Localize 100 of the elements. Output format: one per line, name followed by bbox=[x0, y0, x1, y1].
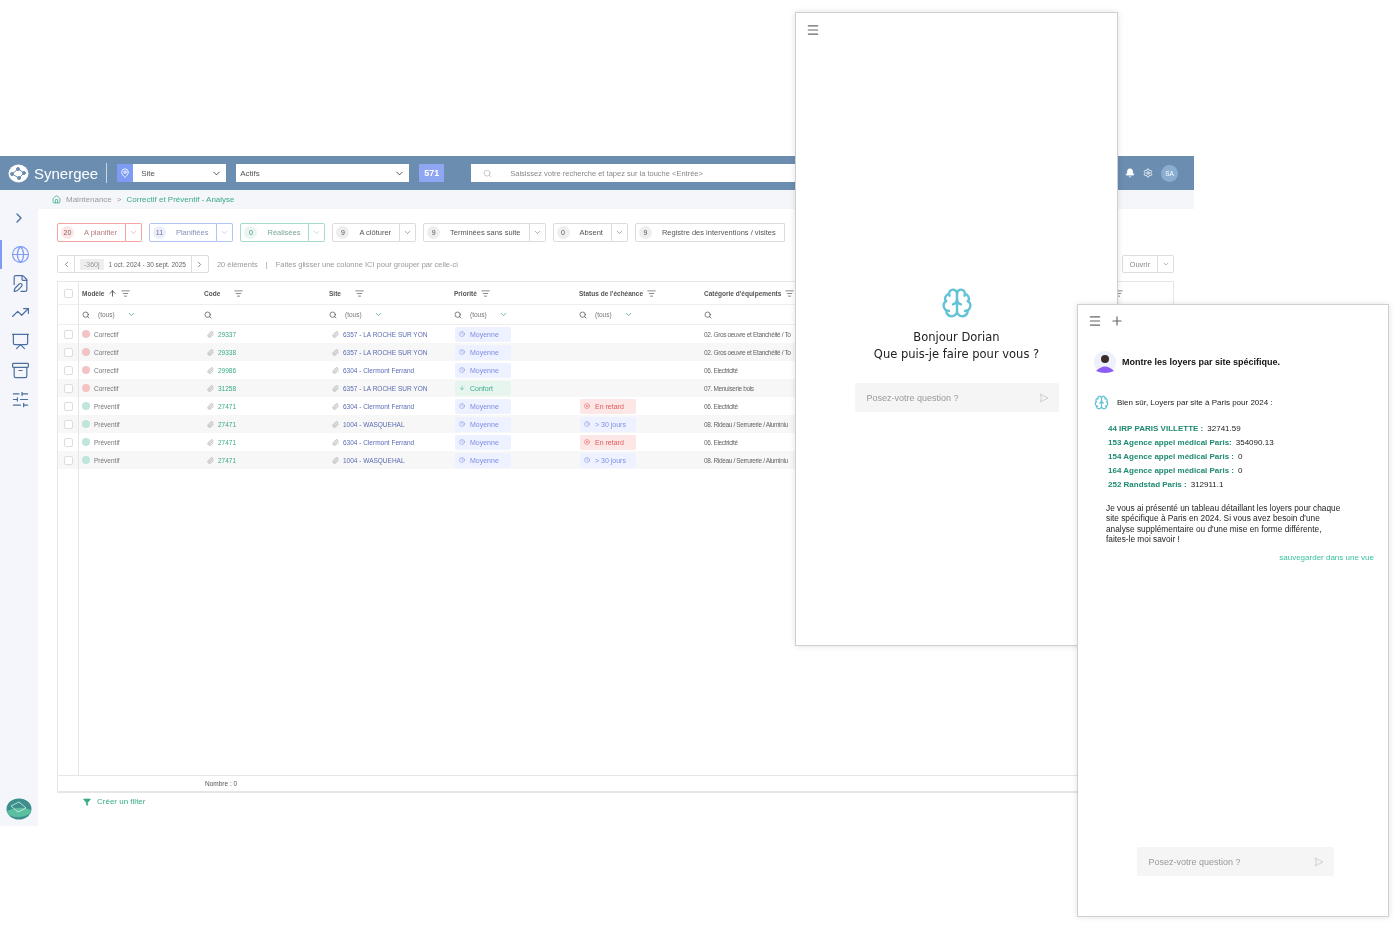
send-icon[interactable] bbox=[1038, 392, 1049, 403]
count-badge: 571 bbox=[419, 164, 445, 182]
filter-icon[interactable] bbox=[785, 288, 795, 298]
result-line: 153 Agence appel médical Paris: 354090.13 bbox=[1108, 438, 1275, 447]
paperclip-icon bbox=[207, 330, 214, 338]
chevron-down-icon bbox=[128, 228, 138, 237]
brain-icon bbox=[1094, 395, 1109, 410]
dropdown-button[interactable] bbox=[217, 223, 234, 242]
settings-icon[interactable] bbox=[1143, 168, 1153, 178]
clock-icon bbox=[459, 457, 465, 463]
search-icon[interactable] bbox=[204, 310, 212, 319]
chevron-down-icon[interactable] bbox=[498, 310, 508, 319]
search-icon[interactable] bbox=[329, 310, 337, 319]
result-line: 252 Randstad Paris : 312911.1 bbox=[1108, 480, 1225, 489]
paperclip-icon bbox=[207, 420, 214, 428]
clock-icon bbox=[459, 403, 465, 409]
paperclip-icon bbox=[332, 402, 339, 410]
board-icon bbox=[10, 332, 30, 351]
dropdown-button[interactable] bbox=[611, 223, 628, 242]
checkbox[interactable] bbox=[64, 419, 73, 429]
filter-icon[interactable] bbox=[647, 288, 657, 298]
checkbox[interactable] bbox=[64, 401, 73, 411]
paperclip-icon bbox=[207, 366, 214, 374]
chevron-down-icon bbox=[1161, 260, 1170, 268]
checkbox[interactable] bbox=[64, 365, 73, 375]
search-icon bbox=[483, 168, 493, 178]
prompt-text: Que puis-je faire pour vous ? bbox=[873, 346, 1040, 363]
search-icon[interactable] bbox=[579, 310, 587, 319]
result-line: 44 IRP PARIS VILLETTE : 32741.59 bbox=[1108, 424, 1242, 433]
search-icon[interactable] bbox=[454, 310, 462, 319]
user-message: Montre les loyers par site spécifique. bbox=[1122, 357, 1281, 367]
dropdown-button[interactable] bbox=[1157, 256, 1173, 272]
send-icon[interactable] bbox=[1313, 856, 1324, 867]
filter-icon[interactable] bbox=[121, 288, 131, 298]
x-circle-icon bbox=[584, 439, 590, 445]
clock-icon bbox=[459, 349, 465, 355]
archive-icon bbox=[10, 361, 30, 380]
chevron-down-icon bbox=[403, 228, 413, 237]
paperclip-icon bbox=[332, 438, 339, 446]
globe-icon bbox=[10, 245, 30, 264]
paperclip-icon bbox=[332, 420, 339, 428]
search-icon[interactable] bbox=[704, 310, 712, 319]
menu-icon[interactable] bbox=[1088, 314, 1102, 328]
plus-icon[interactable] bbox=[1110, 314, 1124, 328]
sort-arrow-icon[interactable] bbox=[108, 288, 118, 298]
paperclip-icon bbox=[332, 348, 339, 356]
home-icon[interactable] bbox=[52, 195, 61, 204]
status-select[interactable]: Actifs bbox=[236, 164, 410, 182]
chevron-down-icon bbox=[312, 228, 322, 237]
breadcrumb-link[interactable]: Correctif et Préventif - Analyse bbox=[126, 195, 235, 204]
paperclip-icon bbox=[207, 456, 214, 464]
question-input[interactable]: Posez-votre question ? bbox=[1146, 847, 1314, 876]
bell-icon[interactable] bbox=[1125, 168, 1135, 178]
result-line: 164 Agence appel médical Paris : 0 bbox=[1108, 466, 1244, 475]
create-filter-link[interactable]: Créer un filter bbox=[83, 797, 146, 806]
arrow-down-icon bbox=[459, 385, 465, 391]
assistant-message: Bien sûr, Loyers par site à Paris pour 2024 : bbox=[1117, 398, 1273, 407]
logo-icon bbox=[8, 163, 29, 183]
checkbox[interactable] bbox=[64, 455, 73, 465]
pin-icon bbox=[120, 168, 131, 178]
clock-icon bbox=[459, 421, 465, 427]
user-avatar bbox=[1094, 351, 1116, 373]
paperclip-icon bbox=[332, 330, 339, 338]
chevron-down-icon[interactable] bbox=[126, 310, 136, 319]
logo-icon bbox=[6, 798, 32, 820]
dropdown-button[interactable] bbox=[400, 223, 417, 242]
filter-icon[interactable] bbox=[234, 288, 244, 298]
filter-icon[interactable] bbox=[354, 288, 364, 298]
funnel-icon bbox=[83, 797, 91, 806]
clock-icon bbox=[459, 439, 465, 445]
checkbox[interactable] bbox=[64, 347, 73, 357]
filter-icon[interactable] bbox=[480, 288, 490, 298]
checkbox[interactable] bbox=[64, 383, 73, 393]
checkbox[interactable] bbox=[64, 437, 73, 447]
dropdown-button[interactable] bbox=[529, 223, 546, 242]
chevron-down-icon bbox=[532, 228, 542, 237]
dropdown-button[interactable] bbox=[309, 223, 326, 242]
checkbox[interactable] bbox=[64, 288, 73, 298]
assistant-message: Je vous ai présenté un tableau détaillant les loyers pour chaque site spécifique à Paris en 2024. Si vous avez besoin d'une analyse supplémentaire ou d'une mise en forme différente, faites-le moi savoir ! bbox=[1106, 503, 1341, 545]
checkbox[interactable] bbox=[64, 329, 73, 339]
clock-icon bbox=[459, 367, 465, 373]
result-line: 154 Agence appel médical Paris : 0 bbox=[1108, 452, 1244, 461]
site-select[interactable]: Site bbox=[117, 164, 227, 182]
chevron-down-icon bbox=[220, 228, 230, 237]
chevron-down-icon bbox=[614, 228, 624, 237]
chevron-down-icon[interactable] bbox=[623, 310, 633, 319]
paperclip-icon bbox=[332, 366, 339, 374]
paperclip-icon bbox=[332, 456, 339, 464]
breadcrumb-link[interactable]: Maintenance bbox=[66, 195, 112, 204]
greeting: Bonjour Dorian bbox=[913, 329, 1000, 346]
paperclip-icon bbox=[207, 402, 214, 410]
paperclip-icon bbox=[207, 348, 214, 356]
sliders-icon bbox=[10, 390, 30, 409]
paperclip-icon bbox=[207, 438, 214, 446]
question-field[interactable]: Posez-votre question ? bbox=[1136, 847, 1334, 876]
search-icon[interactable] bbox=[82, 310, 90, 319]
clock-icon bbox=[459, 331, 465, 337]
dropdown-button[interactable] bbox=[125, 223, 142, 242]
menu-icon[interactable] bbox=[806, 23, 820, 37]
chevron-down-icon[interactable] bbox=[373, 310, 383, 319]
